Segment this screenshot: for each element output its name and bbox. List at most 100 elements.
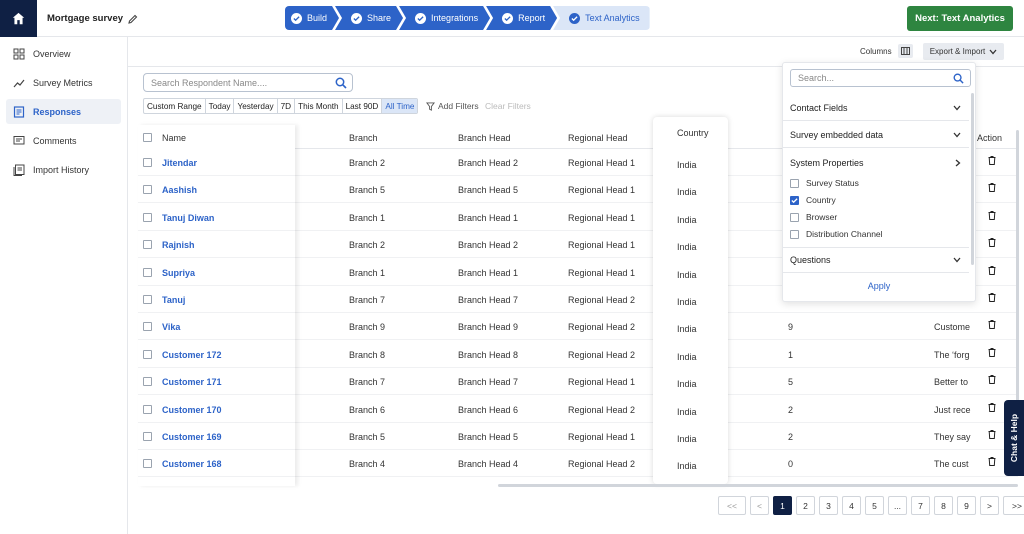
respondent-name-link[interactable]: Vika <box>162 322 180 332</box>
step-share[interactable]: Share <box>335 6 403 30</box>
home-button[interactable] <box>0 0 37 37</box>
trash-icon[interactable] <box>988 320 996 331</box>
column-header-name[interactable]: Name <box>162 133 186 143</box>
first-page-button[interactable]: << <box>718 496 746 515</box>
option-distribution-channel[interactable]: Distribution Channel <box>790 229 883 239</box>
column-header-branch[interactable]: Branch <box>349 133 378 143</box>
column-header-branch-head[interactable]: Branch Head <box>458 133 511 143</box>
page-button[interactable]: 1 <box>773 496 792 515</box>
page-button[interactable]: 7 <box>911 496 930 515</box>
search-icon[interactable] <box>953 73 964 84</box>
option-checkbox[interactable] <box>790 229 799 239</box>
respondent-name-link[interactable]: Tanuj <box>162 295 185 305</box>
section-questions[interactable]: Questions <box>783 247 969 273</box>
option-checkbox[interactable] <box>790 178 799 188</box>
page-button[interactable]: 5 <box>865 496 884 515</box>
trash-icon[interactable] <box>988 430 996 441</box>
clear-filters-button[interactable]: Clear Filters <box>485 101 531 111</box>
vertical-scrollbar[interactable] <box>1016 130 1019 410</box>
range-7d[interactable]: 7D <box>278 99 296 113</box>
row-checkbox[interactable] <box>143 240 152 250</box>
page-button[interactable]: 9 <box>957 496 976 515</box>
row-checkbox[interactable] <box>143 404 152 414</box>
respondent-name-link[interactable]: Jitendar <box>162 158 197 168</box>
step-text-analytics[interactable]: Text Analytics <box>553 6 650 30</box>
option-survey-status[interactable]: Survey Status <box>790 178 859 188</box>
cell-branch: Branch 5 <box>349 185 386 196</box>
range-today[interactable]: Today <box>206 99 235 113</box>
search-icon[interactable] <box>335 77 347 89</box>
row-checkbox[interactable] <box>143 185 152 195</box>
section-contact-fields[interactable]: Contact Fields <box>783 95 969 121</box>
trash-icon[interactable] <box>988 293 996 304</box>
column-search-input[interactable]: Search... <box>790 69 971 87</box>
option-browser[interactable]: Browser <box>790 212 837 222</box>
page-button[interactable]: 3 <box>819 496 838 515</box>
respondent-name-link[interactable]: Tanuj Diwan <box>162 213 214 223</box>
column-header-country[interactable]: Country <box>677 128 709 138</box>
sidebar-item-import-history[interactable]: Import History <box>6 157 121 182</box>
trash-icon[interactable] <box>988 347 996 359</box>
row-checkbox[interactable] <box>143 295 152 304</box>
option-country[interactable]: Country <box>790 195 836 205</box>
next-page-button[interactable]: > <box>980 496 999 515</box>
row-checkbox[interactable] <box>143 377 152 387</box>
chat-help-button[interactable]: Chat & Help <box>1004 400 1024 476</box>
sidebar-item-responses[interactable]: Responses <box>6 99 121 124</box>
section-system-properties[interactable]: System Properties <box>783 150 969 176</box>
section-survey-embedded-data[interactable]: Survey embedded data <box>783 122 969 148</box>
trash-icon[interactable] <box>988 210 996 222</box>
option-checkbox[interactable] <box>790 195 799 205</box>
range-custom[interactable]: Custom Range <box>144 99 206 113</box>
select-all-checkbox[interactable] <box>143 133 152 142</box>
last-page-button[interactable]: >> <box>1003 496 1024 515</box>
respondent-name-link[interactable]: Customer 170 <box>162 405 222 415</box>
row-checkbox[interactable] <box>143 322 152 332</box>
export-import-button[interactable]: Export & Import <box>923 43 1004 60</box>
step-build[interactable]: Build <box>285 6 339 30</box>
respondent-search-input[interactable]: Search Respondent Name.... <box>143 73 353 92</box>
pencil-icon[interactable] <box>128 14 138 24</box>
range-last-90d[interactable]: Last 90D <box>343 99 383 113</box>
next-text-analytics-button[interactable]: Next: Text Analytics <box>907 6 1013 31</box>
sidebar-item-comments[interactable]: Comments <box>6 128 121 153</box>
row-checkbox[interactable] <box>143 459 152 469</box>
respondent-name-link[interactable]: Customer 172 <box>162 350 222 360</box>
row-checkbox[interactable] <box>143 267 152 277</box>
respondent-name-link[interactable]: Customer 168 <box>162 459 222 469</box>
add-filters-button[interactable]: Add Filters <box>426 101 479 111</box>
respondent-name-link[interactable]: Supriya <box>162 268 195 278</box>
trash-icon[interactable] <box>988 402 996 414</box>
page-button[interactable]: 4 <box>842 496 861 515</box>
sidebar-item-overview[interactable]: Overview <box>6 41 121 66</box>
respondent-name-link[interactable]: Rajnish <box>162 240 195 250</box>
prev-page-button[interactable]: < <box>750 496 769 515</box>
row-checkbox[interactable] <box>143 349 152 359</box>
row-checkbox[interactable] <box>143 158 152 167</box>
column-header-regional-head[interactable]: Regional Head <box>568 133 628 143</box>
respondent-name-link[interactable]: Customer 171 <box>162 377 222 387</box>
trash-icon[interactable] <box>988 457 996 468</box>
step-report[interactable]: Report <box>486 6 557 30</box>
trash-icon[interactable] <box>988 375 996 386</box>
columns-button[interactable] <box>898 44 913 58</box>
range-all-time[interactable]: All Time <box>382 99 418 113</box>
respondent-name-link[interactable]: Customer 169 <box>162 432 222 442</box>
page-button[interactable]: 8 <box>934 496 953 515</box>
respondent-name-link[interactable]: Aashish <box>162 185 197 195</box>
trash-icon[interactable] <box>988 265 996 277</box>
trash-icon[interactable] <box>988 238 996 249</box>
trash-icon[interactable] <box>988 156 996 167</box>
row-checkbox[interactable] <box>143 212 152 222</box>
row-checkbox[interactable] <box>143 432 152 441</box>
step-integrations[interactable]: Integrations <box>399 6 490 30</box>
trash-icon[interactable] <box>988 183 996 194</box>
range-this-month[interactable]: This Month <box>295 99 343 113</box>
panel-scrollbar[interactable] <box>971 93 974 265</box>
horizontal-scrollbar[interactable] <box>498 484 1018 487</box>
sidebar-item-survey-metrics[interactable]: Survey Metrics <box>6 70 121 95</box>
apply-button[interactable]: Apply <box>783 281 975 291</box>
range-yesterday[interactable]: Yesterday <box>234 99 278 113</box>
option-checkbox[interactable] <box>790 212 799 222</box>
page-button[interactable]: 2 <box>796 496 815 515</box>
